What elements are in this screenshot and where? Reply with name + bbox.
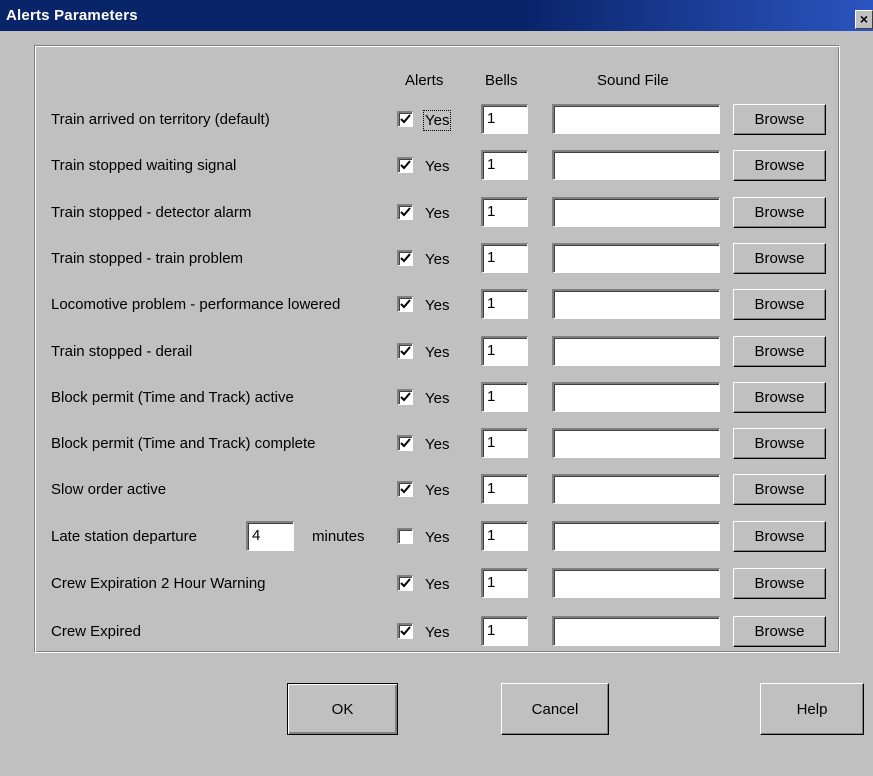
checkmark-icon: [400, 299, 411, 309]
alert-label: Block permit (Time and Track) complete: [51, 435, 316, 452]
checkmark-icon: [400, 626, 411, 636]
alert-label: Block permit (Time and Track) active: [51, 389, 294, 406]
checkmark-icon: [400, 484, 411, 494]
alert-checkbox[interactable]: [397, 157, 413, 173]
bells-input[interactable]: 1: [481, 289, 528, 319]
checkmark-icon: [400, 160, 411, 170]
alert-label: Train stopped - derail: [51, 343, 193, 360]
checkmark-icon: [400, 253, 411, 263]
bells-input[interactable]: 1: [481, 521, 528, 551]
sound-file-input[interactable]: [552, 616, 720, 646]
bells-input[interactable]: 1: [481, 568, 528, 598]
close-button[interactable]: ×: [855, 10, 873, 29]
browse-button[interactable]: Browse: [733, 289, 826, 320]
yes-label[interactable]: Yes: [422, 110, 452, 131]
sound-file-input[interactable]: [552, 382, 720, 412]
alert-label: Train stopped - detector alarm: [51, 204, 252, 221]
checkmark-icon: [400, 346, 411, 356]
checkmark-icon: [400, 207, 411, 217]
bells-input[interactable]: 1: [481, 243, 528, 273]
bells-input[interactable]: 1: [481, 428, 528, 458]
checkmark-icon: [400, 438, 411, 448]
alert-checkbox[interactable]: [397, 296, 413, 312]
bells-input[interactable]: 1: [481, 150, 528, 180]
alert-checkbox[interactable]: [397, 250, 413, 266]
yes-label[interactable]: Yes: [425, 576, 449, 593]
sound-file-input[interactable]: [552, 104, 720, 134]
sound-file-input[interactable]: [552, 150, 720, 180]
alert-checkbox[interactable]: [397, 481, 413, 497]
alerts-column-header: Alerts: [405, 72, 444, 89]
yes-label[interactable]: Yes: [425, 390, 449, 407]
browse-button[interactable]: Browse: [733, 382, 826, 413]
alert-checkbox[interactable]: [397, 204, 413, 220]
alert-checkbox[interactable]: [397, 111, 413, 127]
yes-label[interactable]: Yes: [425, 436, 449, 453]
yes-label[interactable]: Yes: [425, 297, 449, 314]
browse-button[interactable]: Browse: [733, 104, 826, 135]
alert-row: Crew Expiration 2 Hour Warning Yes 1 Browse: [0, 568, 873, 621]
alert-label: Slow order active: [51, 481, 167, 498]
bells-column-header: Bells: [485, 72, 518, 89]
title-bar: Alerts Parameters ×: [0, 0, 873, 31]
sound-file-input[interactable]: [552, 197, 720, 227]
browse-button[interactable]: Browse: [733, 521, 826, 552]
minutes-label: minutes: [312, 528, 365, 545]
yes-label[interactable]: Yes: [425, 344, 449, 361]
help-button[interactable]: Help: [760, 683, 864, 735]
browse-button[interactable]: Browse: [733, 150, 826, 181]
alert-label: Train arrived on territory (default): [51, 111, 270, 128]
cancel-button[interactable]: Cancel: [501, 683, 609, 735]
alert-label: Crew Expired: [51, 623, 142, 640]
sound-file-input[interactable]: [552, 243, 720, 273]
checkmark-icon: [400, 114, 411, 124]
alert-label: Train stopped - train problem: [51, 250, 244, 267]
yes-label[interactable]: Yes: [425, 482, 449, 499]
checkmark-icon: [400, 392, 411, 402]
yes-label[interactable]: Yes: [425, 251, 449, 268]
sound-file-input[interactable]: [552, 289, 720, 319]
bells-input[interactable]: 1: [481, 382, 528, 412]
yes-label[interactable]: Yes: [425, 205, 449, 222]
bells-input[interactable]: 1: [481, 474, 528, 504]
bells-input[interactable]: 1: [481, 616, 528, 646]
browse-button[interactable]: Browse: [733, 243, 826, 274]
alert-label: Crew Expiration 2 Hour Warning: [51, 575, 266, 592]
sound-file-input[interactable]: [552, 568, 720, 598]
browse-button[interactable]: Browse: [733, 428, 826, 459]
sound-file-column-header: Sound File: [597, 72, 669, 89]
sound-file-input[interactable]: [552, 336, 720, 366]
alert-checkbox[interactable]: [397, 435, 413, 451]
window-title: Alerts Parameters: [6, 7, 138, 24]
alert-checkbox[interactable]: [397, 528, 413, 544]
close-icon: ×: [859, 11, 869, 27]
alert-label: Train stopped waiting signal: [51, 157, 237, 174]
alert-checkbox[interactable]: [397, 389, 413, 405]
bells-input[interactable]: 1: [481, 197, 528, 227]
sound-file-input[interactable]: [552, 474, 720, 504]
bells-input[interactable]: 1: [481, 104, 528, 134]
yes-label[interactable]: Yes: [425, 624, 449, 641]
yes-label[interactable]: Yes: [425, 529, 449, 546]
checkmark-icon: [400, 578, 411, 588]
alert-label: Locomotive problem - performance lowered: [51, 296, 341, 313]
browse-button[interactable]: Browse: [733, 474, 826, 505]
alert-checkbox[interactable]: [397, 623, 413, 639]
alert-checkbox[interactable]: [397, 575, 413, 591]
browse-button[interactable]: Browse: [733, 568, 826, 599]
alert-row: Crew Expired Yes 1 Browse: [0, 616, 873, 669]
browse-button[interactable]: Browse: [733, 197, 826, 228]
sound-file-input[interactable]: [552, 428, 720, 458]
sound-file-input[interactable]: [552, 521, 720, 551]
late-minutes-input[interactable]: 4: [246, 521, 294, 551]
bells-input[interactable]: 1: [481, 336, 528, 366]
browse-button[interactable]: Browse: [733, 616, 826, 647]
alert-checkbox[interactable]: [397, 343, 413, 359]
ok-button[interactable]: OK: [287, 683, 398, 735]
browse-button[interactable]: Browse: [733, 336, 826, 367]
alert-label: Late station departure: [51, 528, 197, 545]
yes-label[interactable]: Yes: [425, 158, 449, 175]
